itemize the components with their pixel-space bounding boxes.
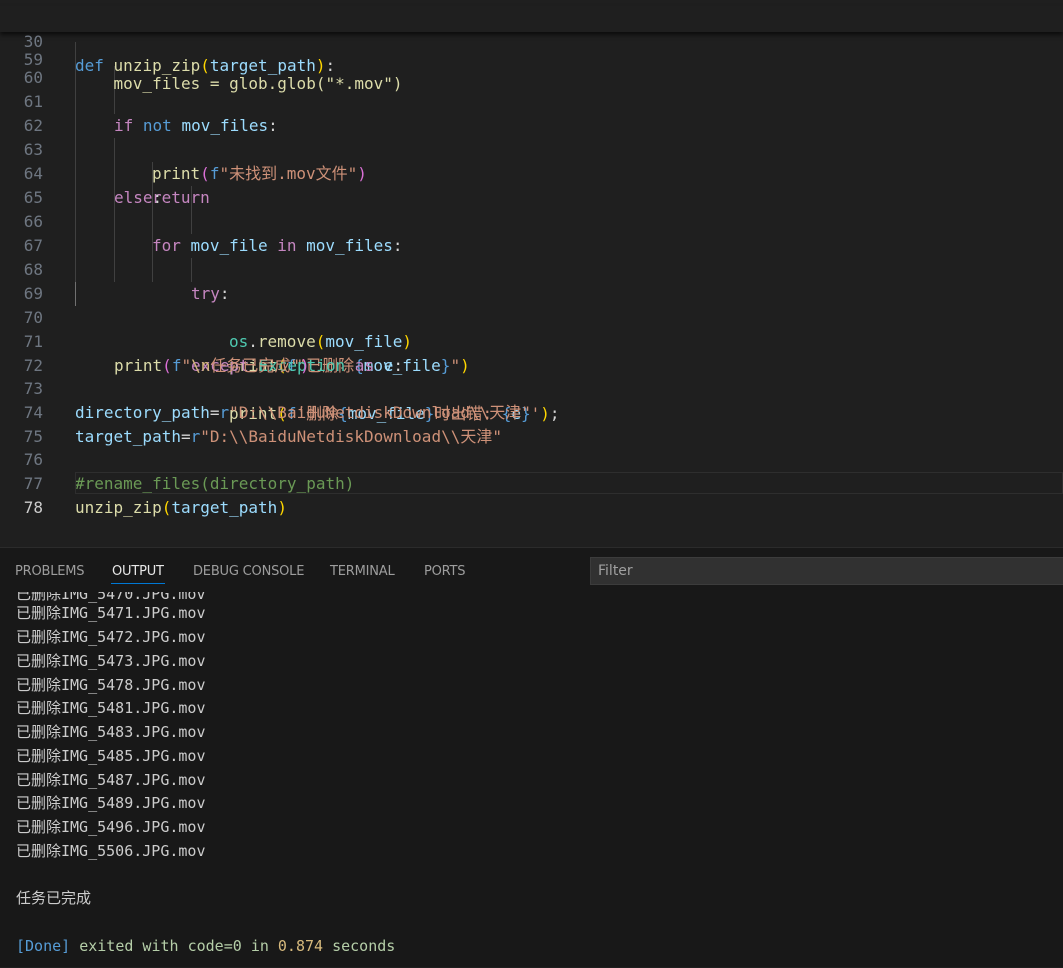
filter-input[interactable] <box>591 558 1063 584</box>
output-line: 已删除IMG_5487.JPG.mov <box>16 771 206 789</box>
filter-box[interactable] <box>590 557 1063 585</box>
output-line: 已删除IMG_5489.JPG.mov <box>16 794 206 812</box>
code-line-69: 69 print(f'删除{mov_file}时出错: {e}'); <box>0 258 1063 423</box>
code-line-68: 68 except Exception as e: <box>0 234 1063 375</box>
indent-guide <box>152 186 153 210</box>
line-number: 30 <box>23 32 43 51</box>
indent-guide <box>114 162 115 186</box>
indent-guide <box>75 210 76 234</box>
code-line-65: 65 try: <box>0 162 1063 303</box>
output-line: 已删除IMG_5471.JPG.mov <box>16 604 206 622</box>
code-line-74: 74 target_path=r"D:\\BaiduNetdiskDownloa… <box>0 377 1063 446</box>
indent-guide <box>191 210 192 234</box>
output-line: 已删除IMG_5496.JPG.mov <box>16 818 206 836</box>
code-line-73: 73 directory_path=r"D:\\BaiduNetdiskDown… <box>0 353 1063 422</box>
indent-guide <box>114 210 115 234</box>
line-number: 78 <box>23 498 43 517</box>
indent-guide <box>114 186 115 210</box>
tab-terminal[interactable]: TERMINAL <box>330 562 395 582</box>
indent-guide <box>152 234 153 258</box>
code-line-67: 67 print(f"已删除{mov_file}") <box>0 210 1063 375</box>
output-line: 已删除IMG_5473.JPG.mov <box>16 652 206 670</box>
code-line-76: 76 #rename_files(directory_path) <box>0 424 1063 493</box>
panel-tab-bar: PROBLEMS OUTPUT DEBUG CONSOLE TERMINAL P… <box>0 548 1063 592</box>
indent-guide <box>152 162 153 186</box>
indent-guide <box>191 258 192 282</box>
indent-guide <box>114 138 115 162</box>
output-line: 已删除IMG_5472.JPG.mov <box>16 628 206 646</box>
indent-guide <box>75 138 76 162</box>
indent-guide <box>114 258 115 282</box>
tab-debug-console[interactable]: DEBUG CONSOLE <box>193 562 304 582</box>
tab-ports[interactable]: PORTS <box>424 562 466 582</box>
code-line-77: 77 unzip_zip(target_path) <box>0 448 1063 517</box>
code-line-72: 72 <box>0 330 1063 375</box>
output-exit-line: [Done] exited with code=0 in 0.874 secon… <box>16 937 396 955</box>
indent-guide <box>114 234 115 258</box>
indent-guide <box>75 114 76 138</box>
code-line-63: 63 else: <box>0 114 1063 207</box>
output-view[interactable]: 已删除IMG_5470.JPG.mov 已删除IMG_5471.JPG.mov … <box>0 592 1063 968</box>
tab-problems[interactable]: PROBLEMS <box>15 562 85 582</box>
code-line-66: 66 os.remove(mov_file) <box>0 186 1063 351</box>
code-text: unzip_zip(target_path) <box>75 498 287 517</box>
output-done-message: 任务已完成 <box>16 889 92 907</box>
code-line-71: 71 <box>0 306 1063 351</box>
code-line-78[interactable]: 78 <box>0 472 1063 517</box>
tab-output[interactable]: OUTPUT <box>112 562 164 582</box>
output-line: 已删除IMG_5485.JPG.mov <box>16 747 206 765</box>
indent-guide <box>152 210 153 234</box>
indent-guide <box>152 258 153 282</box>
indent-guide <box>75 258 76 282</box>
indent-guide <box>75 186 76 210</box>
sticky-scroll-header[interactable]: 30 def unzip_zip(target_path): <box>0 6 1063 75</box>
output-line: 已删除IMG_5506.JPG.mov <box>16 842 206 860</box>
code-editor[interactable]: 30 def unzip_zip(target_path): 59 mov_fi… <box>0 0 1063 547</box>
bottom-panel: PROBLEMS OUTPUT DEBUG CONSOLE TERMINAL P… <box>0 547 1063 967</box>
code-line-75: 75 <box>0 401 1063 446</box>
indent-guide <box>75 162 76 186</box>
sticky-code: def unzip_zip(target_path): <box>75 56 336 75</box>
active-tab-indicator <box>111 583 165 584</box>
indent-guide <box>75 234 76 258</box>
output-line: 已删除IMG_5483.JPG.mov <box>16 723 206 741</box>
indent-guide <box>191 186 192 210</box>
output-line: 已删除IMG_5478.JPG.mov <box>16 676 206 694</box>
indent-guide <box>75 282 76 306</box>
code-line-64: 64 for mov_file in mov_files: <box>0 138 1063 255</box>
output-line: 已删除IMG_5481.JPG.mov <box>16 699 206 717</box>
code-line-70: 70 print(f"\n任务已完成") <box>0 282 1063 375</box>
